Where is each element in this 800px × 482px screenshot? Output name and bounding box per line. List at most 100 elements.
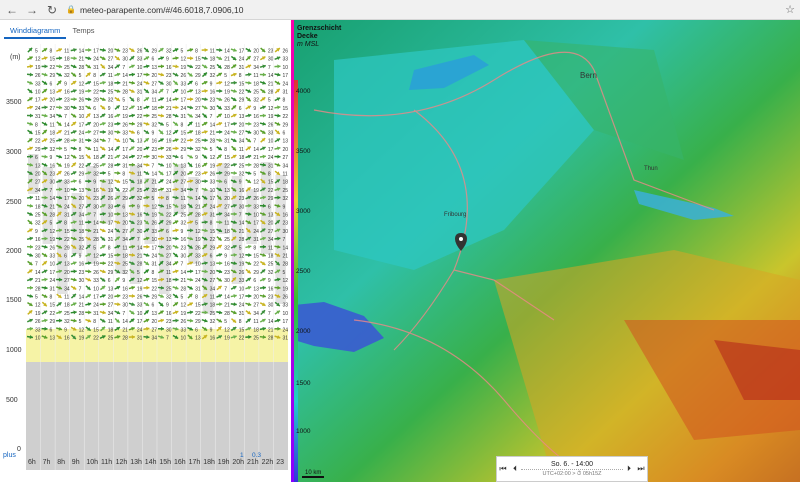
wind-speed-label: 5 (224, 319, 227, 325)
wind-arrow-icon (172, 285, 179, 290)
wind-speed-label: 23 (35, 245, 41, 251)
wind-speed-label: 12 (108, 180, 114, 186)
wind-speed-label: 13 (224, 188, 230, 194)
wind-speed-label: 16 (239, 188, 245, 194)
wind-speed-label: 13 (210, 262, 216, 268)
wind-arrow-icon (158, 129, 164, 135)
wind-arrow-icon (259, 146, 266, 151)
wind-arrow-icon (143, 318, 150, 323)
wind-speed-label: 11 (93, 147, 98, 153)
wind-speed-label: 9 (210, 81, 213, 87)
wind-arrow-icon (187, 72, 193, 78)
wind-speed-label: 12 (93, 254, 99, 260)
wind-speed-label: 24 (93, 57, 99, 63)
wind-arrow-icon (26, 146, 34, 151)
wind-speed-label: 14 (79, 49, 85, 55)
wind-arrow-icon (26, 195, 34, 200)
wind-speed-label: 16 (50, 163, 56, 169)
first-frame-icon[interactable]: ⏮ (497, 464, 509, 474)
last-frame-icon[interactable]: ⏭ (635, 464, 647, 474)
wind-diagram-panel: Winddiagramm Temps (m) 3500 3000 2500 2000 15… (0, 20, 291, 482)
prev-frame-icon[interactable]: ⏴ (509, 464, 521, 474)
wind-speed-label: 14 (122, 73, 128, 79)
wind-arrow-icon (260, 137, 266, 143)
wind-arrow-icon (128, 285, 135, 290)
wind-speed-label: 28 (282, 262, 288, 268)
wind-arrow-icon (128, 294, 135, 298)
wind-speed-label: 13 (122, 213, 128, 219)
address-bar[interactable]: 🔒 meteo-parapente.com/#/46.6018,7.0906,1… (66, 2, 780, 17)
wind-arrow-icon (26, 285, 34, 290)
forward-icon[interactable]: → (24, 2, 40, 18)
wind-speed-label: 5 (79, 319, 82, 325)
wind-arrow-icon (128, 154, 135, 159)
wind-speed-label: 32 (79, 245, 85, 251)
wind-speed-label: 18 (93, 155, 99, 161)
wind-speed-label: 19 (50, 237, 56, 243)
wind-arrow-icon (245, 113, 252, 118)
hour-label: 8h (57, 459, 65, 466)
wind-speed-label: 23 (122, 295, 128, 301)
wind-speed-label: 9 (181, 229, 184, 235)
wind-arrow-icon (143, 56, 150, 61)
wind-speed-label: 26 (195, 245, 201, 251)
wind-arrow-icon (157, 318, 165, 323)
wind-speed-label: 28 (108, 163, 114, 169)
wind-speed-label: 14 (210, 122, 216, 128)
hour-label: 12h (115, 459, 128, 466)
wind-arrow-icon (41, 294, 48, 298)
next-frame-icon[interactable]: ⏵ (623, 464, 635, 474)
wind-speed-label: 34 (268, 237, 274, 243)
wind-diagram-grid[interactable]: 5 8 11 14 17 20 23 26 29 32 5 8 11 14 17 20 23 2612 15 18 21… (26, 44, 288, 470)
wind-speed-label: 10 (253, 213, 259, 219)
terrain-map[interactable]: Bern Fribourg Thun (294, 20, 800, 482)
wind-speed-label: 8 (137, 98, 140, 104)
wind-speed-label: 30 (166, 81, 172, 87)
back-icon[interactable]: ← (4, 2, 20, 18)
wind-arrow-icon (114, 72, 121, 77)
wind-speed-label: 18 (50, 131, 56, 137)
tab-temps[interactable]: Temps (66, 24, 100, 39)
wind-arrow-icon (158, 80, 164, 86)
hour-label: 18h (203, 459, 215, 466)
wind-speed-label: 15 (108, 254, 114, 260)
wind-arrow-icon (187, 48, 194, 52)
wind-speed-label: 10 (108, 213, 114, 219)
wind-speed-label: 26 (137, 295, 143, 301)
wind-speed-label: 19 (35, 65, 41, 71)
wind-arrow-icon (274, 138, 281, 143)
wind-speed-label: 11 (210, 295, 215, 301)
wind-speed-label: 9 (50, 155, 53, 161)
tab-winddiagramm[interactable]: Winddiagramm (4, 24, 67, 39)
wind-arrow-icon (70, 121, 77, 127)
time-display[interactable]: So. 6. - 14:00 UTC+02:00 > ⏱ 05h15Z (521, 461, 623, 478)
wind-speed-label: 11 (268, 245, 273, 251)
wind-speed-label: 29 (64, 245, 70, 251)
wind-speed-label: 10 (210, 188, 216, 194)
reload-icon[interactable]: ↻ (44, 2, 60, 18)
plus-link[interactable]: plus (3, 452, 16, 459)
wind-speed-label: 16 (64, 336, 70, 342)
wind-speed-label: 25 (268, 262, 274, 268)
wind-speed-label: 34 (224, 213, 230, 219)
wind-speed-label: 33 (268, 131, 274, 137)
bookmark-star-icon[interactable]: ☆ (780, 3, 800, 16)
wind-speed-label: 25 (79, 237, 85, 243)
wind-arrow-icon (259, 318, 266, 323)
wind-speed-label: 23 (166, 319, 172, 325)
wind-arrow-icon (230, 302, 237, 307)
map-view[interactable]: Bern Fribourg Thun Grenzschicht Decke m … (294, 20, 800, 482)
wind-arrow-icon (129, 137, 135, 143)
wind-arrow-icon (143, 137, 150, 143)
wind-speed-label: 5 (253, 172, 256, 178)
wind-speed-label: 14 (268, 319, 274, 325)
wind-arrow-icon (99, 97, 106, 102)
wind-arrow-icon (201, 130, 208, 134)
wind-arrow-icon (187, 146, 194, 151)
wind-speed-label: 29 (93, 98, 99, 104)
wind-speed-label: 20 (253, 295, 259, 301)
wind-arrow-icon (70, 293, 77, 299)
wind-speed-label: 25 (195, 139, 201, 145)
place-label-fribourg: Fribourg (444, 212, 466, 218)
wind-speed-label: 16 (166, 65, 172, 71)
